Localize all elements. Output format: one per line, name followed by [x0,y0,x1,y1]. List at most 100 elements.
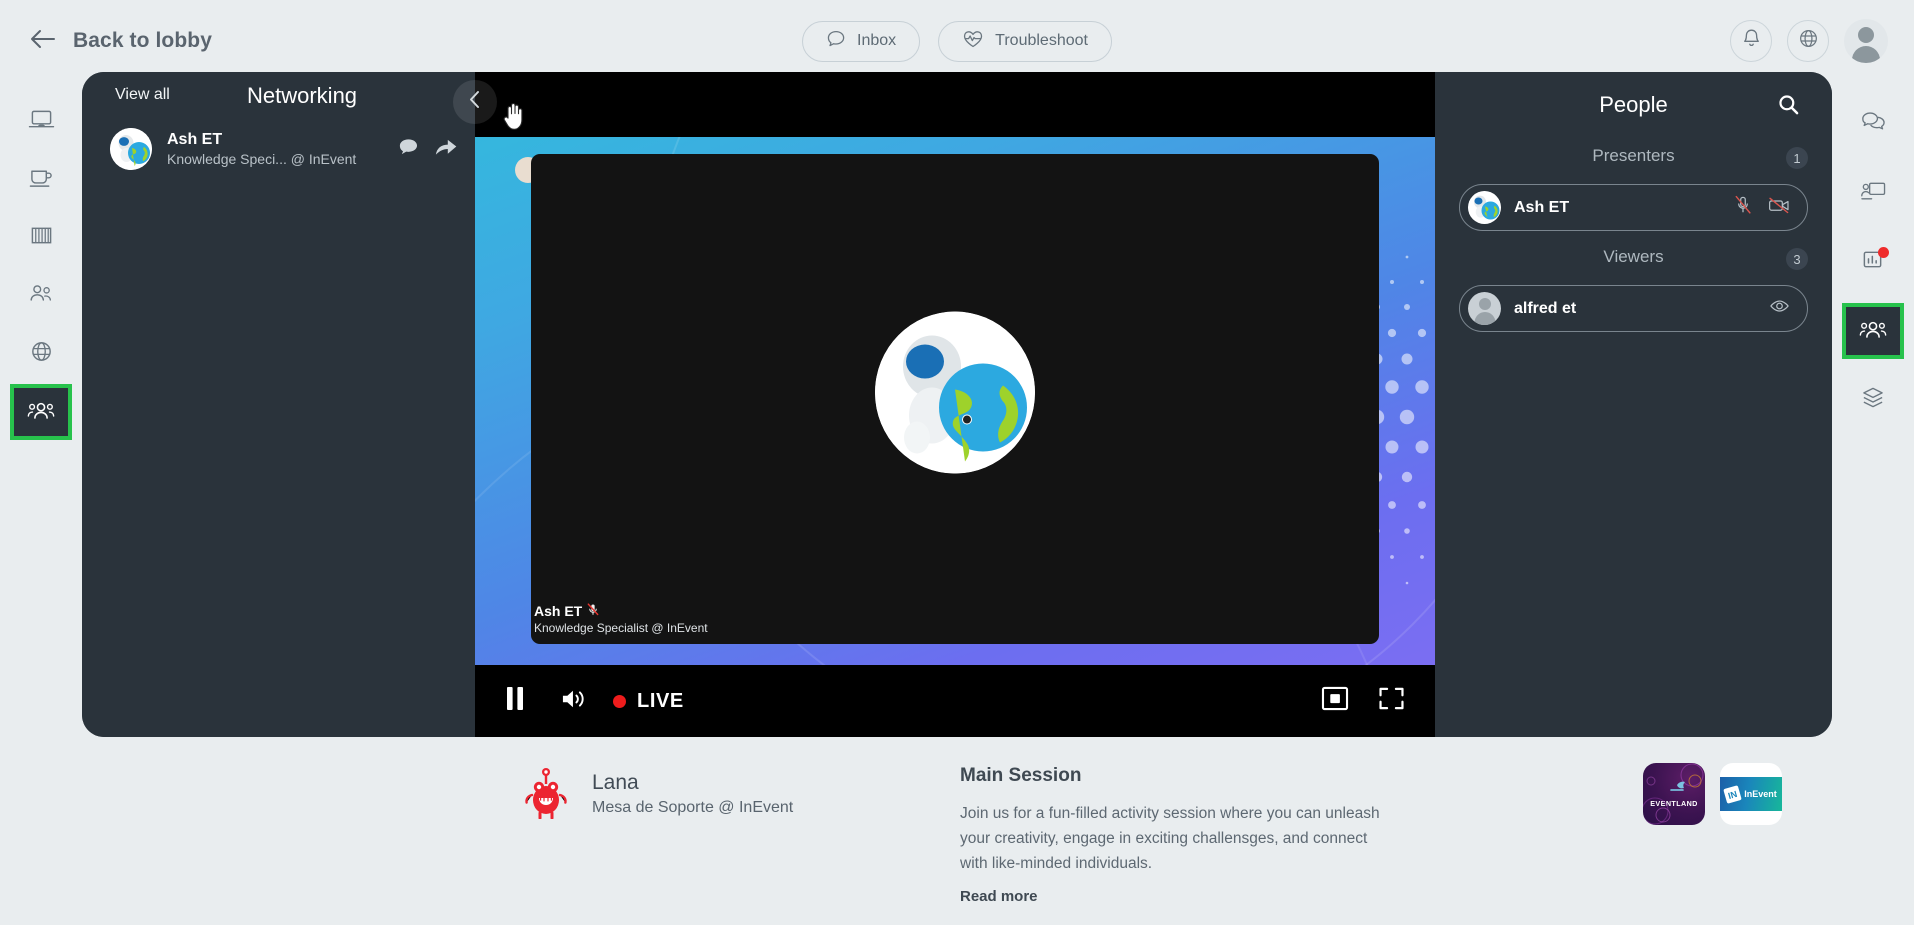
presenter-name-row: Ash ET [534,603,708,620]
header-center-actions: Inbox Troubleshoot [802,20,1112,62]
coffee-cup-icon [28,166,55,194]
astronaut-earth-avatar [1468,191,1501,224]
sidebar-item-lounge[interactable] [13,152,69,208]
mic-muted-icon[interactable] [1734,195,1752,220]
search-icon[interactable] [1778,94,1799,120]
header-right-actions [1730,19,1888,63]
sponsor-name: InEvent [1744,789,1777,799]
read-more-link[interactable]: Read more [960,888,1038,905]
volume-on-icon [561,687,587,716]
host-name: Lana [592,771,639,794]
screen-share-icon [1860,179,1887,208]
right-navigation-rail [1832,82,1914,925]
inbox-button[interactable]: Inbox [802,20,921,62]
attendee-row-viewer[interactable]: alfred et [1459,285,1808,332]
arrow-left-icon [30,29,56,54]
back-to-lobby-button[interactable]: Back to lobby [30,29,212,54]
polls-notification-badge [1878,247,1889,258]
camera-muted-icon[interactable] [1768,197,1790,219]
picture-in-picture-icon [1321,686,1349,716]
eye-icon[interactable] [1769,299,1790,319]
astronaut-earth-avatar [110,128,152,170]
sidebar-item-explore[interactable] [13,326,69,382]
astronaut-earth-avatar [875,311,1035,474]
fullscreen-icon [1378,686,1405,716]
fullscreen-button[interactable] [1378,686,1405,716]
sponsor-logo-inevent[interactable]: IN InEvent [1720,763,1782,825]
live-label: LIVE [637,689,684,712]
laptop-icon [28,108,55,136]
host-meta: Lana Mesa de Soporte @ InEvent [592,769,793,820]
chat-bubbles-icon [1860,110,1887,139]
generic-user-avatar [1468,292,1501,325]
rail-item-presentation[interactable] [1845,165,1901,221]
host-role: Mesa de Soporte @ InEvent [592,799,794,816]
networking-person-name: Ash ET [167,130,223,148]
sidebar-item-booths[interactable] [13,210,69,266]
rail-item-chat[interactable] [1845,96,1901,152]
sidebar-item-sessions[interactable] [13,94,69,150]
volume-button[interactable] [561,687,587,716]
networking-panel: View all Networking Ash ET Knowledge Spe… [82,72,475,737]
viewers-section-header: Viewers 3 [1435,247,1832,275]
people-panel-title: People [1599,92,1668,117]
sidebar-item-attendees[interactable] [13,268,69,324]
rail-item-people[interactable] [1842,303,1904,359]
heart-pulse-icon [962,29,984,54]
networking-person-actions [399,138,457,161]
bottom-session-bar: Lana Mesa de Soporte @ InEvent Main Sess… [82,755,1832,925]
attendee-status-icons [1734,195,1790,220]
live-indicator: LIVE [613,690,684,713]
viewers-count: 3 [1786,248,1808,270]
group-people-icon [26,398,56,427]
collapse-panel-button[interactable] [453,80,497,124]
presenters-count: 1 [1786,147,1808,169]
view-all-link[interactable]: View all [115,86,170,104]
bell-icon [1742,28,1761,54]
back-to-lobby-label: Back to lobby [73,29,212,52]
pause-button[interactable] [505,686,525,716]
video-controls-bar: LIVE [475,665,1435,737]
attendee-row-presenter[interactable]: Ash ET [1459,184,1808,231]
rail-item-layers[interactable] [1845,372,1901,428]
globe-icon [1798,28,1819,54]
attendee-name: alfred et [1514,299,1577,317]
troubleshoot-button[interactable]: Troubleshoot [938,20,1112,62]
session-title: Main Session [960,765,1082,786]
globe-icon [29,339,54,369]
two-people-icon [27,282,55,310]
share-arrow-icon[interactable] [435,138,457,161]
picture-in-picture-button[interactable] [1321,686,1349,716]
networking-person-meta: Ash ET Knowledge Speci... @ InEvent [167,130,384,169]
rail-item-polls[interactable] [1845,234,1901,290]
left-navigation-rail [0,82,82,925]
chevron-left-icon [468,90,482,114]
booth-curtain-icon [29,224,54,252]
chat-bubble-icon[interactable] [399,138,418,161]
networking-title: Networking [247,83,358,108]
red-monster-avatar [522,765,570,824]
presenter-video-tile[interactable]: Ash ET Knowledge Specialist @ InEvent [531,154,1379,644]
sidebar-item-networking[interactable] [10,384,72,440]
notifications-button[interactable] [1730,20,1772,62]
mic-muted-icon [587,603,599,620]
presenter-name: Ash ET [534,603,583,619]
presenter-role: Knowledge Specialist @ InEvent [534,621,708,635]
inevent-logo-inner: IN InEvent [1720,777,1782,811]
inevent-mark-icon: IN [1723,784,1743,804]
attendee-status-icons [1769,299,1790,319]
sponsor-logos: EVENTLAND IN InEvent [1643,763,1782,825]
session-info: Main Session Join us for a fun-filled ac… [960,763,1380,906]
troubleshoot-label: Troubleshoot [995,32,1088,49]
host-block: Lana Mesa de Soporte @ InEvent [522,765,793,824]
viewers-label: Viewers [1603,247,1664,266]
video-player: Ash ET Knowledge Specialist @ InEvent LI… [453,72,1435,737]
attendee-name: Ash ET [1514,198,1570,216]
video-canvas[interactable]: Ash ET Knowledge Specialist @ InEvent [475,137,1435,665]
language-button[interactable] [1787,20,1829,62]
networking-person-row[interactable]: Ash ET Knowledge Speci... @ InEvent [82,118,475,180]
sponsor-logo-eventland[interactable]: EVENTLAND [1643,763,1705,825]
presenter-name-overlay: Ash ET Knowledge Specialist @ InEvent [531,603,708,636]
user-avatar[interactable] [1844,19,1888,63]
inbox-label: Inbox [857,32,897,49]
